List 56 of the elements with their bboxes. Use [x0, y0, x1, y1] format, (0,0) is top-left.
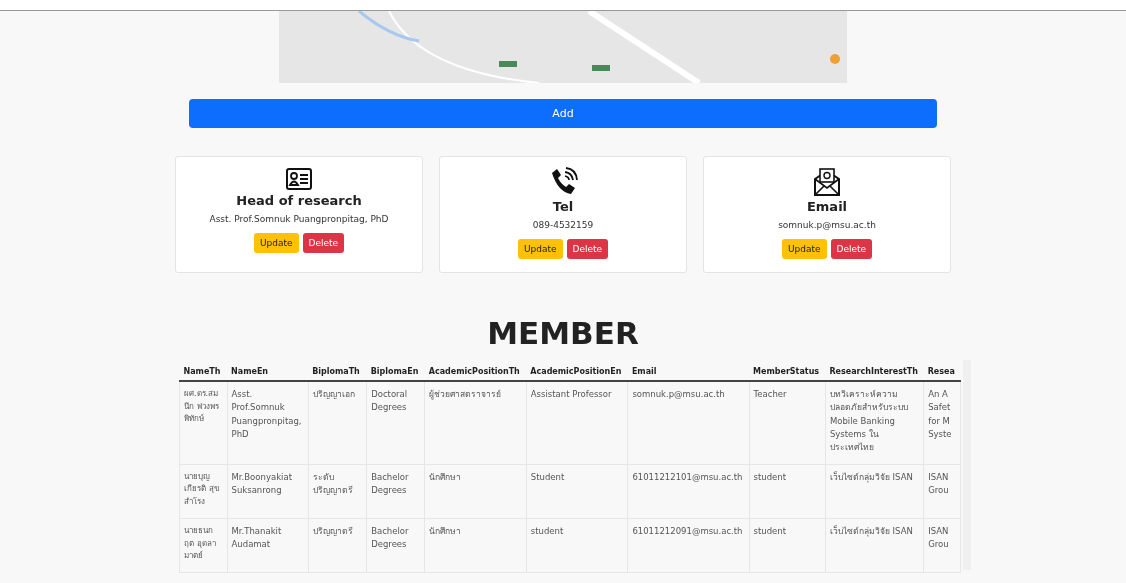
- table-cell: ผู้ช่วยศาสตราจารย์: [424, 381, 527, 465]
- card-title: Head of research: [236, 193, 362, 208]
- column-header: Resea: [923, 360, 961, 382]
- table-cell: ผศ.ดร.สมนึก พ่วงพรพิทักษ์: [179, 381, 228, 465]
- table-cell: นายบุญเกียรติ สุขสำโรง: [179, 464, 228, 519]
- column-header: BiplomaEn: [366, 360, 425, 382]
- column-header: BiplomaTh: [308, 360, 367, 382]
- delete-button[interactable]: Delete: [566, 239, 609, 259]
- id-card-icon: [285, 167, 313, 191]
- card-value: 089-4532159: [532, 220, 594, 230]
- envelope-icon: [813, 167, 841, 197]
- table-cell: Assistant Professor: [526, 381, 628, 465]
- column-header: AcademicPositionEn: [526, 360, 628, 382]
- update-button[interactable]: Update: [781, 239, 827, 259]
- card-value: Asst. Prof.Somnuk Puangpronpitag, PhD: [209, 214, 389, 224]
- table-cell: ปริญญาเอก: [308, 381, 367, 465]
- table-cell: ISAN Grou: [923, 518, 961, 573]
- table-cell: บทวิเคราะห์ความปลอดภัยสำหรับระบบ Mobile Banking Systems ใน ประเทศไทย: [825, 381, 924, 465]
- column-header: NameEn: [227, 360, 309, 382]
- table-cell: Bachelor Degrees: [366, 518, 425, 573]
- table-cell: student: [749, 464, 826, 519]
- table-cell: Mr.Boonyakiat Suksanrong: [227, 464, 309, 519]
- card-value: somnuk.p@msu.ac.th: [778, 220, 876, 230]
- column-header: MemberStatus: [749, 360, 826, 382]
- table-cell: Student: [526, 464, 628, 519]
- delete-button[interactable]: Delete: [830, 239, 873, 259]
- table-cell: Doctoral Degrees: [366, 381, 425, 465]
- table-cell: นักศึกษา: [424, 518, 527, 573]
- table-cell: นายธนกฤต อุดลามาตย์: [179, 518, 228, 573]
- table-cell: ปริญญาตรี: [308, 518, 367, 573]
- column-header: AcademicPositionTh: [424, 360, 527, 382]
- column-header: ResearchInterestTh: [825, 360, 924, 382]
- table-cell: เว็บไซต์กลุ่มวิจัย ISAN: [825, 464, 924, 519]
- table-cell: Mr.Thanakit Audamat: [227, 518, 309, 573]
- update-button[interactable]: Update: [253, 233, 299, 253]
- table-cell: นักศึกษา: [424, 464, 527, 519]
- delete-button[interactable]: Delete: [302, 233, 345, 253]
- table-cell: student: [749, 518, 826, 573]
- table-cell: Bachelor Degrees: [366, 464, 425, 519]
- table-cell: เว็บไซต์กลุ่มวิจัย ISAN: [825, 518, 924, 573]
- table-cell: An A Safet for M Syste: [923, 381, 961, 465]
- card-title: Email: [806, 199, 848, 214]
- add-button[interactable]: Add: [189, 99, 937, 128]
- card-title: Tel: [552, 199, 574, 214]
- table-cell: 61011212091@msu.ac.th: [627, 518, 750, 573]
- table-cell: student: [526, 518, 628, 573]
- column-header: NameTh: [179, 360, 228, 382]
- table-cell: somnuk.p@msu.ac.th: [627, 381, 750, 465]
- table-cell: Asst. Prof.Somnuk Puangpronpitag, PhD: [227, 381, 309, 465]
- table-cell: Teacher: [749, 381, 826, 465]
- column-header: Email: [627, 360, 750, 382]
- table-cell: ISAN Grou: [923, 464, 961, 519]
- update-button[interactable]: Update: [517, 239, 563, 259]
- table-cell: ระดับ ปริญญาตรี: [308, 464, 367, 519]
- table-cell: 61011212101@msu.ac.th: [627, 464, 750, 519]
- section-heading: MEMBER: [487, 315, 639, 353]
